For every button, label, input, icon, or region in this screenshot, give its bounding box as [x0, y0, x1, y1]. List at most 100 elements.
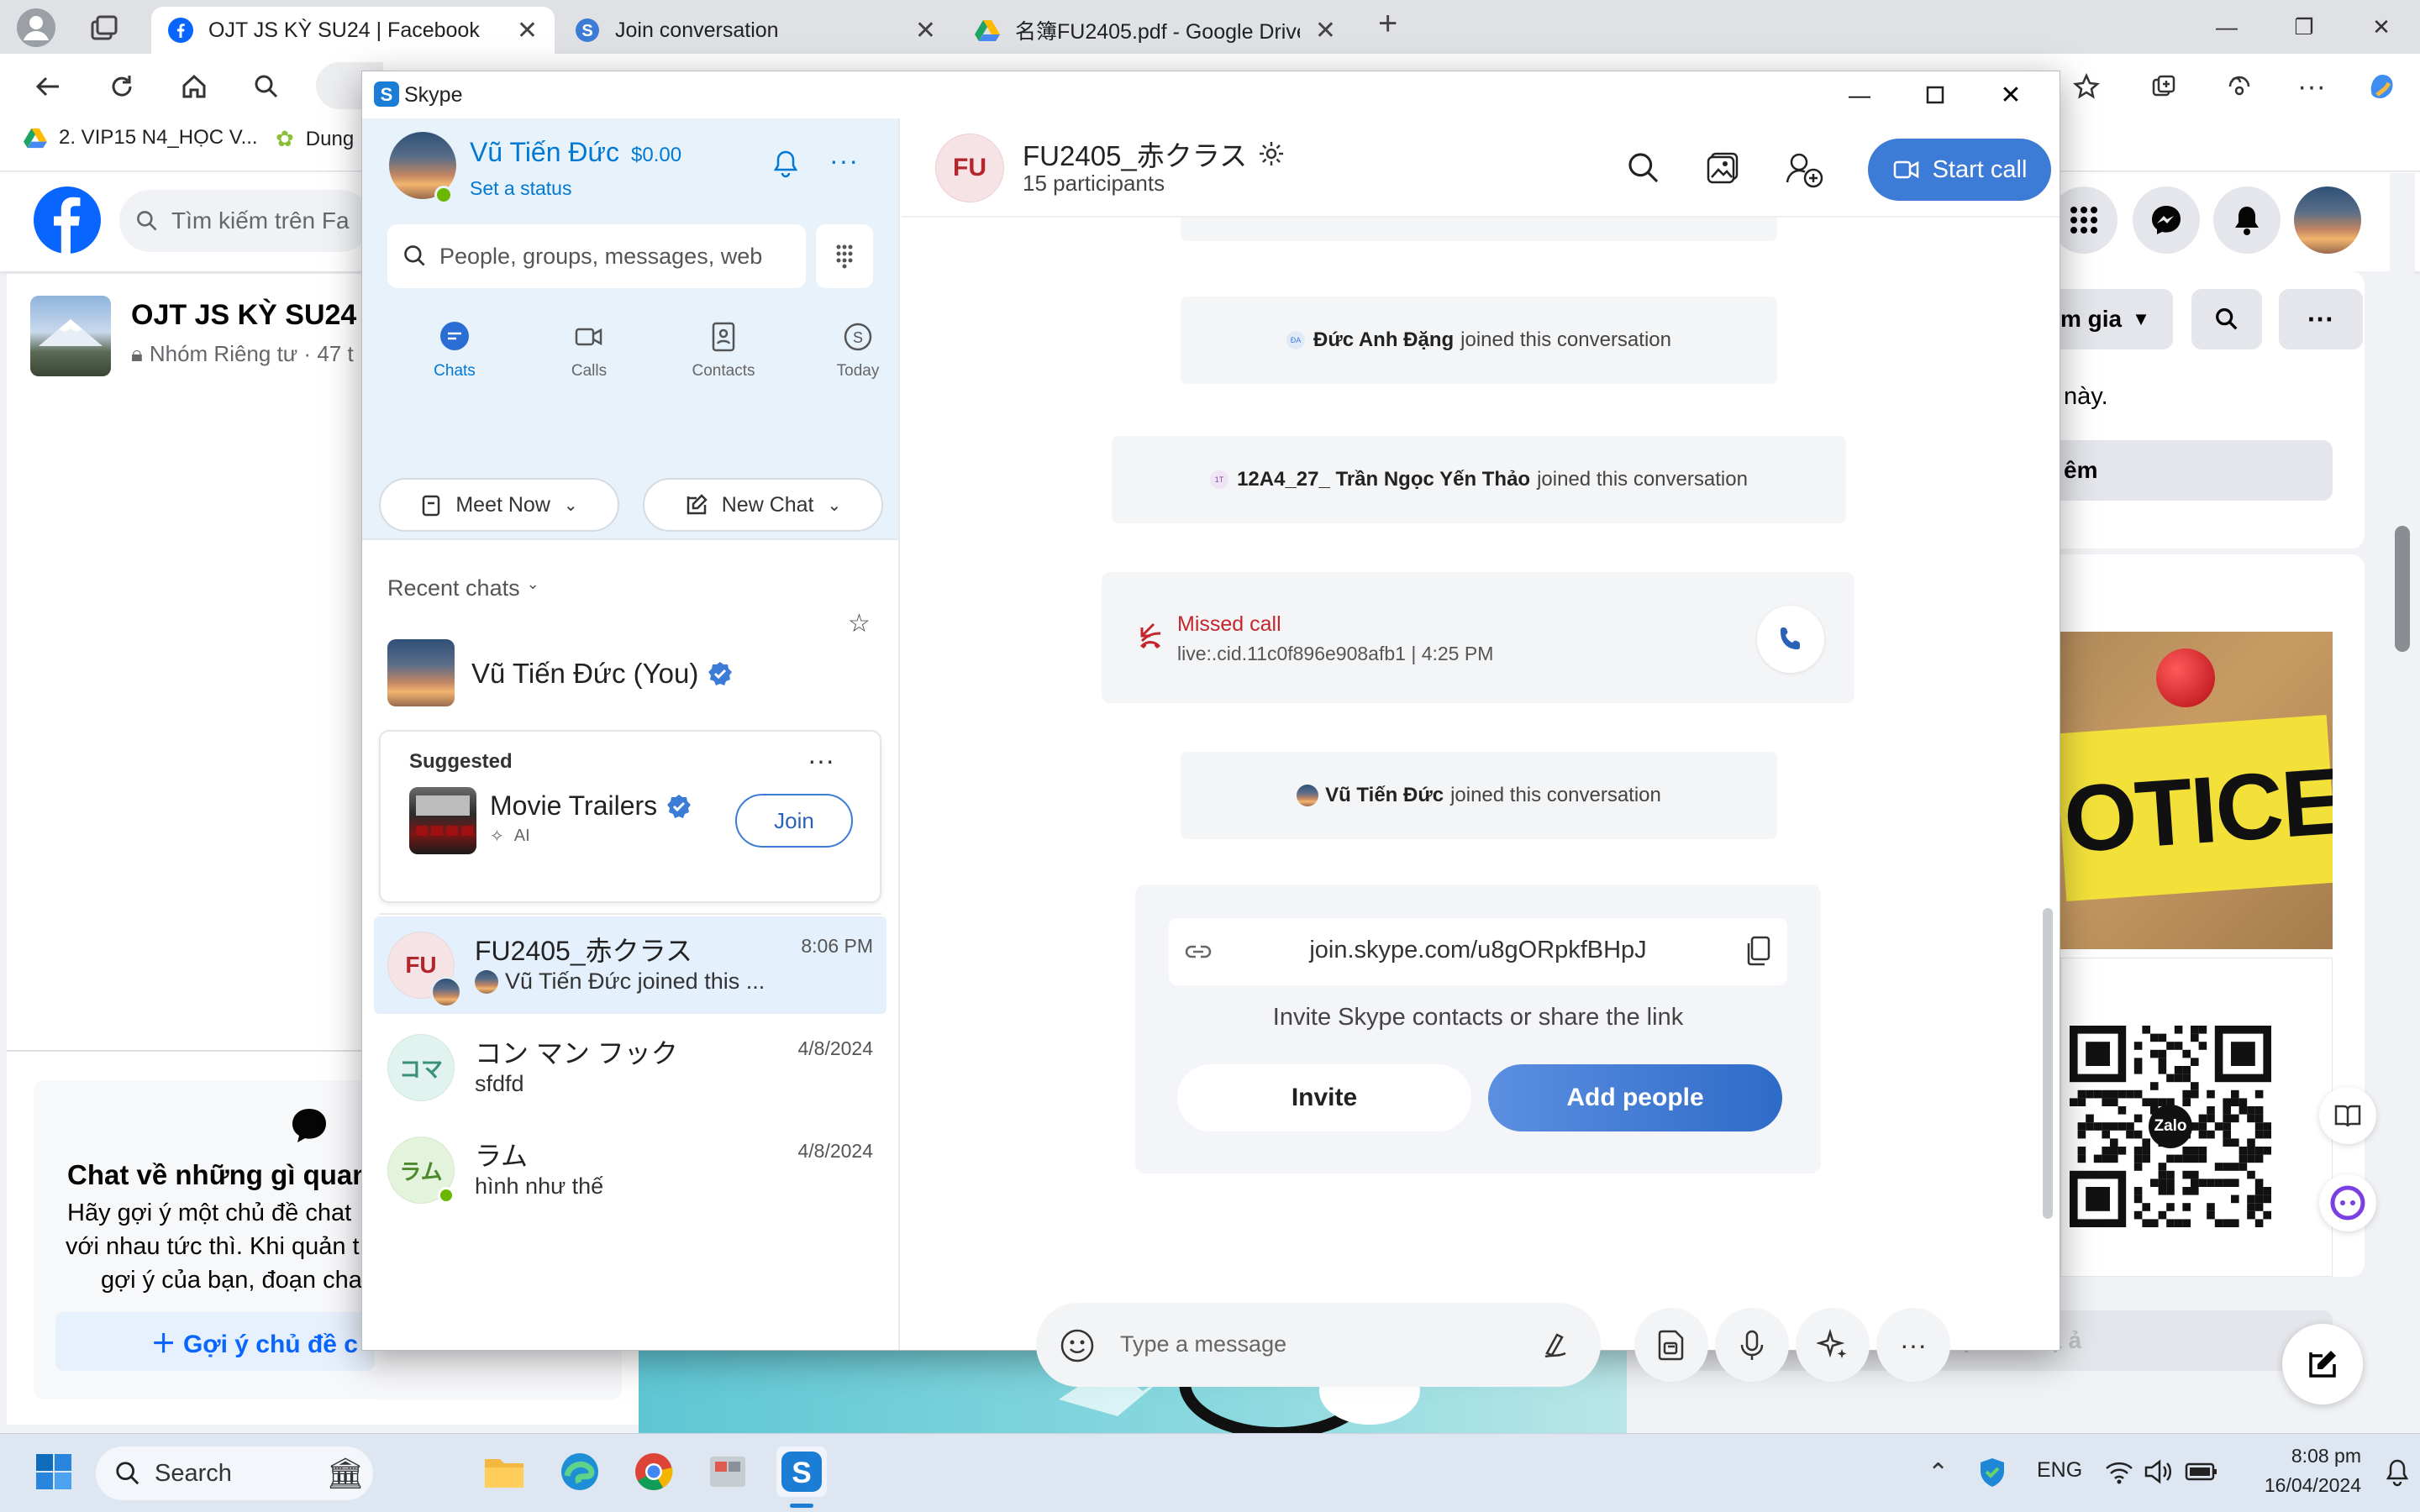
notifications-icon[interactable] — [2213, 186, 2281, 254]
minimize-icon[interactable]: — — [1826, 75, 1893, 115]
start-menu-icon[interactable] — [29, 1446, 79, 1497]
notification-bell-icon[interactable] — [771, 149, 804, 182]
workspaces-icon[interactable] — [87, 12, 121, 45]
snipping-tool-icon[interactable] — [702, 1446, 753, 1497]
message-composer[interactable]: Type a message — [1036, 1303, 1601, 1387]
microphone-icon[interactable] — [1715, 1308, 1789, 1382]
facebook-search-input[interactable]: Tìm kiếm trên Fa — [119, 190, 371, 252]
tab-join-conversation[interactable]: S Join conversation ✕ — [558, 7, 953, 54]
browser-menu-icon[interactable]: ··· — [2291, 66, 2333, 108]
home-icon[interactable] — [173, 66, 215, 108]
notification-center-icon[interactable] — [2385, 1458, 2410, 1487]
back-icon[interactable] — [27, 66, 69, 108]
suggested-contact-name[interactable]: Movie Trailers — [490, 790, 692, 822]
taskbar-clock[interactable]: 8:08 pm 16/04/2024 — [2244, 1445, 2361, 1497]
more-actions-icon[interactable]: ··· — [1876, 1308, 1950, 1382]
format-text-icon[interactable] — [1540, 1330, 1570, 1360]
start-call-button[interactable]: Start call — [1868, 139, 2051, 201]
invite-link[interactable]: join.skype.com/u8gORpkfBHpJ — [1169, 937, 1787, 964]
edge-icon[interactable] — [555, 1446, 605, 1497]
call-back-button[interactable] — [1757, 606, 1824, 673]
self-chat-avatar[interactable] — [387, 639, 455, 706]
close-tab-icon[interactable]: ✕ — [915, 16, 936, 45]
group-avatar[interactable]: FU — [935, 134, 1004, 202]
more-options-icon[interactable]: ··· — [829, 145, 859, 176]
tab-chats[interactable]: Chats — [404, 320, 505, 381]
tab-google-drive[interactable]: 名簿FU2405.pdf - Google Drive ✕ — [958, 7, 1353, 54]
input-language[interactable]: ENG — [2037, 1458, 2082, 1483]
chat-list-item[interactable]: コマ コン マン フック 4/8/2024 sfdfd — [374, 1019, 886, 1116]
scrollbar-thumb[interactable] — [2395, 526, 2410, 652]
favorite-item-dung[interactable]: ✿ Dung — [276, 126, 354, 152]
new-chat-button[interactable]: New Chat ⌄ — [643, 478, 883, 532]
self-chat-item[interactable]: Vũ Tiến Đức (You) — [471, 658, 734, 690]
taskbar-search[interactable]: Search 🏛︎ — [96, 1446, 373, 1500]
file-explorer-icon[interactable] — [479, 1446, 529, 1497]
join-button[interactable]: Join — [735, 794, 853, 848]
meet-now-button[interactable]: Meet Now ⌄ — [379, 478, 619, 532]
copilot-sparkle-icon[interactable] — [1796, 1308, 1870, 1382]
profile-balance[interactable]: $0.00 — [631, 144, 681, 167]
tab-facebook[interactable]: OJT JS KỲ SU24 | Facebook ✕ — [151, 7, 555, 54]
search-icon[interactable] — [245, 66, 287, 108]
search-icon[interactable] — [1626, 150, 1663, 187]
skype-taskbar-icon[interactable]: S — [776, 1446, 827, 1497]
battery-icon[interactable] — [2185, 1462, 2218, 1482]
close-tab-icon[interactable]: ✕ — [517, 16, 538, 45]
message-input[interactable]: Type a message — [1120, 1331, 1286, 1357]
join-group-button[interactable]: m gia ▼ — [2050, 289, 2173, 349]
copy-icon[interactable] — [1745, 935, 1772, 967]
page-scrollbar[interactable] — [2390, 173, 2415, 1425]
collections-icon[interactable] — [2143, 66, 2185, 108]
volume-icon[interactable] — [2143, 1458, 2173, 1485]
attach-file-icon[interactable] — [1634, 1308, 1708, 1382]
close-tab-icon[interactable]: ✕ — [1315, 16, 1336, 45]
group-more-icon[interactable]: ··· — [2279, 289, 2363, 349]
group-search-icon[interactable] — [2191, 289, 2262, 349]
messenger-icon[interactable] — [2133, 186, 2200, 254]
tab-today[interactable]: S Today — [808, 320, 908, 381]
set-status-link[interactable]: Set a status — [470, 177, 571, 200]
skype-search-input[interactable]: People, groups, messages, web — [387, 224, 806, 288]
recent-chats-header[interactable]: Recent chats ⌄ — [387, 575, 539, 601]
group-name[interactable]: OJT JS KỲ SU24 — [131, 299, 356, 332]
close-browser-icon[interactable]: ✕ — [2343, 0, 2420, 54]
movie-trailers-avatar[interactable] — [409, 787, 476, 854]
see-more-button[interactable]: êm — [2050, 440, 2333, 501]
menu-grid-icon[interactable] — [2050, 186, 2118, 254]
emoji-icon[interactable] — [1060, 1328, 1095, 1363]
settings-gear-icon[interactable] — [1257, 139, 1286, 168]
invite-button[interactable]: Invite — [1177, 1064, 1471, 1131]
restore-browser-icon[interactable]: ❐ — [2265, 0, 2343, 54]
refresh-icon[interactable] — [101, 66, 143, 108]
copilot-icon[interactable] — [2361, 66, 2403, 108]
facebook-avatar[interactable] — [2294, 186, 2361, 254]
invite-link-field[interactable]: join.skype.com/u8gORpkfBHpJ — [1169, 918, 1787, 985]
profile-name[interactable]: Vũ Tiến Đức — [470, 137, 619, 168]
participants-count[interactable]: 15 participants — [1023, 171, 1165, 197]
compose-message-icon[interactable] — [2282, 1324, 2363, 1404]
add-people-button[interactable]: Add people — [1488, 1064, 1782, 1131]
facebook-logo-icon[interactable] — [34, 186, 101, 254]
favorites-icon[interactable] — [2065, 66, 2107, 108]
suggested-more-icon[interactable]: ··· — [808, 745, 834, 776]
tab-calls[interactable]: Calls — [539, 320, 639, 381]
conversation-scrollbar[interactable] — [2043, 908, 2053, 1219]
minimize-browser-icon[interactable]: — — [2188, 0, 2265, 54]
wifi-icon[interactable] — [2104, 1458, 2134, 1485]
conversation-title[interactable]: FU2405_赤クラス — [1023, 134, 1286, 174]
dialpad-icon[interactable] — [816, 224, 873, 288]
profile-icon[interactable] — [17, 8, 55, 47]
group-cover-thumbnail[interactable] — [30, 296, 111, 376]
star-icon[interactable]: ☆ — [848, 609, 871, 638]
chrome-icon[interactable] — [629, 1446, 679, 1497]
close-icon[interactable]: ✕ — [1977, 75, 2044, 115]
add-person-icon[interactable] — [1784, 149, 1824, 189]
maximize-icon[interactable] — [1902, 75, 1969, 115]
favorite-item-vip15[interactable]: 2. VIP15 N4_HỌC V... — [24, 126, 258, 150]
chat-list-item[interactable]: FU FU2405_赤クラス 8:06 PM Vũ Tiến Đức joined t… — [374, 916, 886, 1014]
extensions-icon[interactable] — [2218, 66, 2260, 108]
security-shield-icon[interactable] — [1978, 1457, 2007, 1488]
show-hidden-icons[interactable]: ⌃ — [1928, 1458, 1949, 1488]
suggest-topic-button[interactable]: ＋ Gợi ý chủ đề c — [55, 1312, 375, 1371]
